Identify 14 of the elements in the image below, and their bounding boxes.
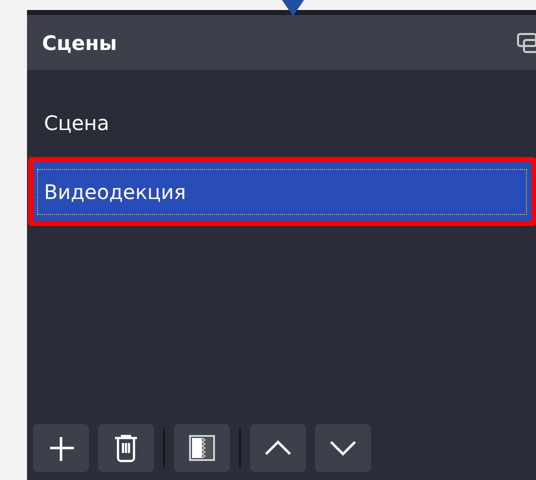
- filter-icon: [189, 435, 215, 461]
- panel-title: Сцены: [42, 30, 117, 56]
- trash-icon: [112, 433, 140, 463]
- down-button[interactable]: [315, 424, 371, 472]
- scene-item[interactable]: Сцена: [33, 93, 531, 152]
- chevron-up-icon: [264, 439, 292, 457]
- remove-button[interactable]: [98, 424, 154, 472]
- chevron-down-icon: [329, 439, 357, 457]
- add-button[interactable]: [33, 424, 89, 472]
- add-icon: [47, 434, 75, 462]
- pointer-marker: [282, 0, 304, 16]
- filters-button[interactable]: [174, 424, 230, 472]
- scene-item[interactable]: Видеодекция: [33, 162, 531, 221]
- up-button[interactable]: [250, 424, 306, 472]
